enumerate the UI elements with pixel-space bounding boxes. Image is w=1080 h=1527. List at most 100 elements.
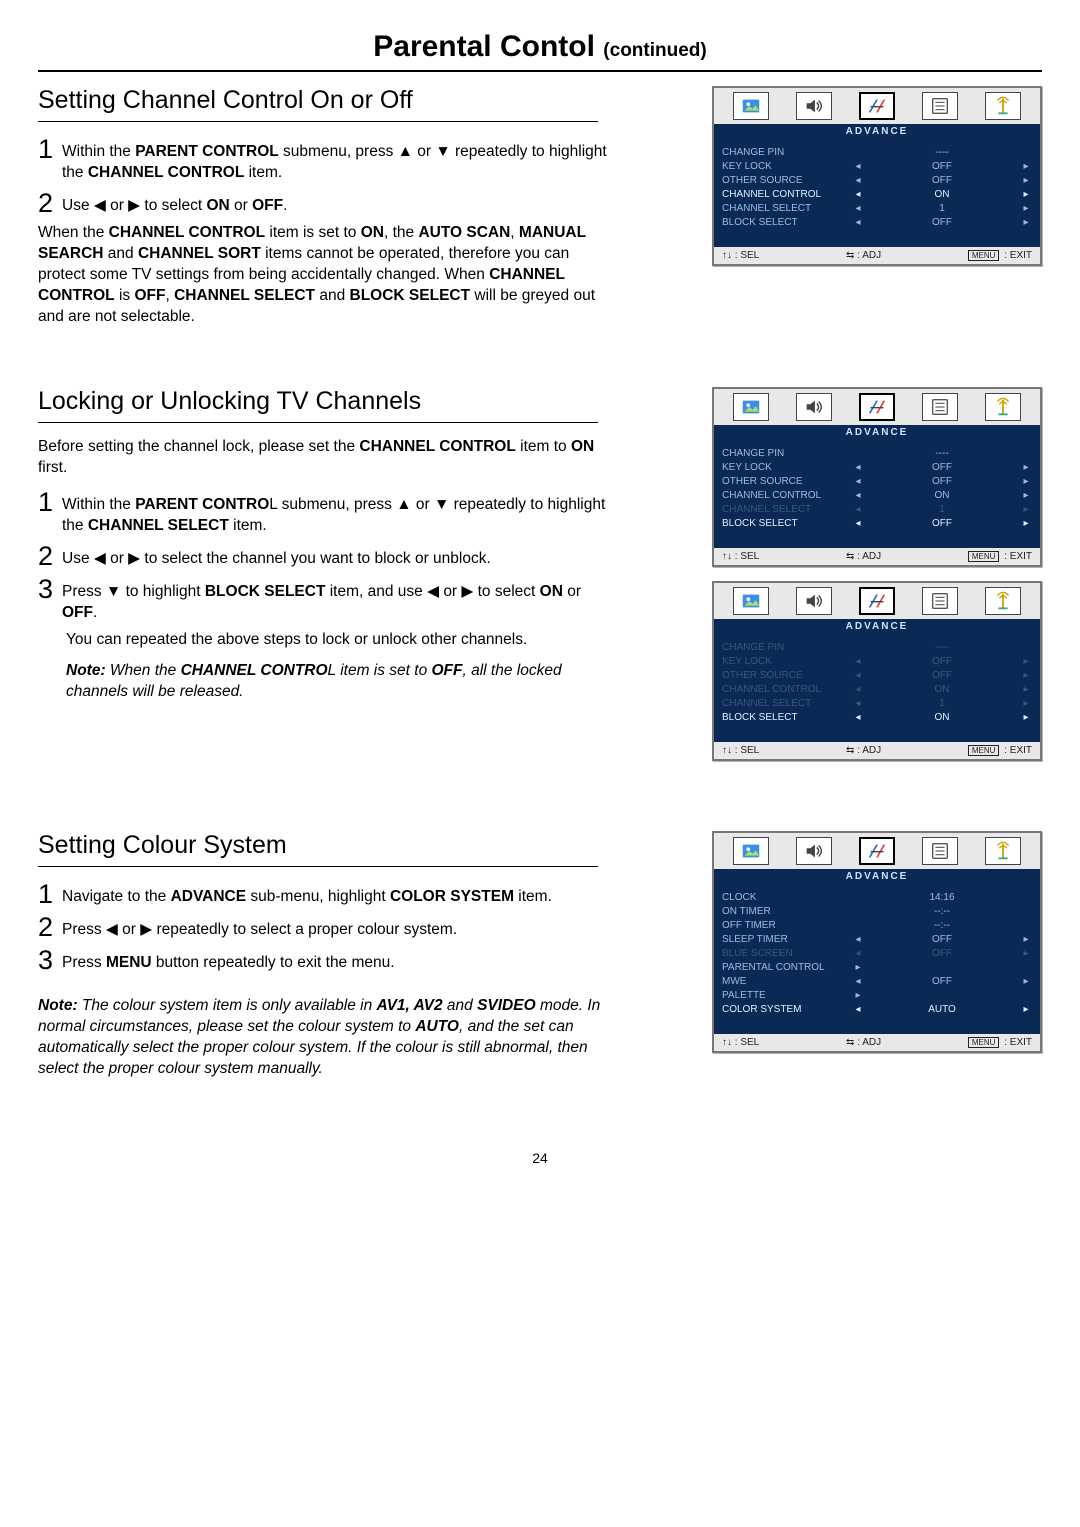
osd-row-value: 1	[864, 698, 1020, 709]
osd-row[interactable]: BLOCK SELECT◂OFF▸	[722, 516, 1032, 530]
section-rule	[38, 422, 598, 423]
step-number: 1	[38, 489, 54, 516]
osd-tab-sound-icon[interactable]	[796, 92, 832, 120]
osd-tab-antenna-icon[interactable]	[985, 587, 1021, 615]
osd-tab-antenna-icon[interactable]	[985, 837, 1021, 865]
osd-tab-settings-icon[interactable]	[859, 393, 895, 421]
osd-row[interactable]: KEY LOCK◂OFF▸	[722, 460, 1032, 474]
text: Within the	[62, 496, 135, 513]
osd-tab-list-icon[interactable]	[922, 92, 958, 120]
osd-tab-settings-icon[interactable]	[859, 92, 895, 120]
step-body: Press ◀ or ▶ repeatedly to select a prop…	[62, 914, 457, 941]
osd-tab-picture-icon[interactable]	[733, 837, 769, 865]
osd-tab-sound-icon[interactable]	[796, 393, 832, 421]
osd-tab-list-icon[interactable]	[922, 587, 958, 615]
osd-row[interactable]: CLOCK14:16	[722, 890, 1032, 904]
osd-row-label: CHANGE PIN	[722, 642, 852, 653]
osd-tab-sound-icon[interactable]	[796, 587, 832, 615]
arrow-left-icon: ◂	[852, 712, 864, 723]
text-bold: CHANNEL CONTROL	[88, 164, 244, 181]
step-2: 2 Use ◀ or ▶ to select ON or OFF.	[38, 190, 618, 217]
text-bold: COLOR SYSTEM	[390, 888, 514, 905]
text-bold: OFF	[134, 287, 165, 304]
osd-tabs	[714, 583, 1040, 619]
osd-row[interactable]: CHANNEL CONTROL◂ON▸	[722, 488, 1032, 502]
text-bold: AUTO	[415, 1018, 459, 1035]
step-number: 2	[38, 914, 54, 941]
osd-tab-picture-icon[interactable]	[733, 587, 769, 615]
osd-row[interactable]: MWE◂OFF▸	[722, 974, 1032, 988]
paragraph: Before setting the channel lock, please …	[38, 437, 618, 479]
arrow-left-icon: ◂	[852, 462, 864, 473]
osd-row-value: ON	[864, 684, 1020, 695]
osd-tab-picture-icon[interactable]	[733, 393, 769, 421]
osd-row[interactable]: KEY LOCK◂OFF▸	[722, 654, 1032, 668]
osd-row[interactable]: COLOR SYSTEM◂AUTO▸	[722, 1002, 1032, 1016]
osd-row[interactable]: BLOCK SELECT◂ON▸	[722, 710, 1032, 724]
arrow-left-icon: ◂	[852, 189, 864, 200]
section-left: Locking or Unlocking TV Channels Before …	[38, 387, 618, 712]
osd-row-value: AUTO	[864, 1004, 1020, 1015]
step-3: 3 Press ▼ to highlight BLOCK SELECT item…	[38, 576, 618, 624]
osd-footer-adj: ⇆ : ADJ	[846, 250, 881, 261]
text-bold: ADVANCE	[171, 888, 247, 905]
arrow-right-icon: ▸	[1020, 189, 1032, 200]
arrow-left-icon: ◂	[852, 934, 864, 945]
arrow-right-icon: ▸	[1020, 670, 1032, 681]
osd-row[interactable]: CHANNEL SELECT◂1▸	[722, 502, 1032, 516]
page-number: 24	[38, 1150, 1042, 1166]
osd-row-value: OFF	[864, 948, 1020, 959]
osd-row-value: ON	[864, 490, 1020, 501]
osd-tab-list-icon[interactable]	[922, 837, 958, 865]
osd-row[interactable]: BLOCK SELECT◂OFF▸	[722, 215, 1032, 229]
note-label: Note:	[38, 997, 78, 1014]
text-bold: AV1, AV2	[377, 997, 443, 1014]
osd-row[interactable]: CHANGE PIN----	[722, 446, 1032, 460]
page-title-rule	[38, 70, 1042, 72]
osd-row[interactable]: PARENTAL CONTROL▸	[722, 960, 1032, 974]
arrow-right-icon: ▸	[1020, 656, 1032, 667]
text: .	[93, 604, 97, 621]
osd-row-value: --:--	[864, 906, 1020, 917]
osd-row[interactable]: OFF TIMER--:--	[722, 918, 1032, 932]
text: L item is set to	[328, 662, 432, 679]
osd-row[interactable]: BLUE SCREEN◂OFF▸	[722, 946, 1032, 960]
osd-row[interactable]: CHANNEL CONTROL◂ON▸	[722, 682, 1032, 696]
osd-row[interactable]: SLEEP TIMER◂OFF▸	[722, 932, 1032, 946]
arrow-right-icon: ▸	[1020, 476, 1032, 487]
osd-row[interactable]: ON TIMER--:--	[722, 904, 1032, 918]
arrow-left-icon: ◂	[852, 476, 864, 487]
osd-row[interactable]: KEY LOCK◂OFF▸	[722, 159, 1032, 173]
osd-row[interactable]: OTHER SOURCE◂OFF▸	[722, 668, 1032, 682]
osd-row[interactable]: OTHER SOURCE◂OFF▸	[722, 173, 1032, 187]
osd-tab-settings-icon[interactable]	[859, 837, 895, 865]
osd-row[interactable]: CHANNEL CONTROL◂ON▸	[722, 187, 1032, 201]
arrow-left-icon: ◂	[852, 518, 864, 529]
osd-row-value: 14:16	[864, 892, 1020, 903]
osd-tabs	[714, 389, 1040, 425]
osd-row[interactable]: PALETTE▸	[722, 988, 1032, 1002]
text-bold: AUTO SCAN	[418, 224, 510, 241]
osd-tab-antenna-icon[interactable]	[985, 92, 1021, 120]
osd-row-label: OTHER SOURCE	[722, 476, 852, 487]
osd-row-label: CHANNEL CONTROL	[722, 684, 852, 695]
osd-row[interactable]: CHANGE PIN----	[722, 640, 1032, 654]
osd-tab-settings-icon[interactable]	[859, 587, 895, 615]
osd-tab-antenna-icon[interactable]	[985, 393, 1021, 421]
osd-row[interactable]: CHANNEL SELECT◂1▸	[722, 201, 1032, 215]
arrow-right-icon: ▸	[1020, 504, 1032, 515]
osd-row[interactable]: OTHER SOURCE◂OFF▸	[722, 474, 1032, 488]
osd-row-label: CHANNEL SELECT	[722, 698, 852, 709]
step-body: Use ◀ or ▶ to select the channel you wan…	[62, 543, 491, 570]
osd-tab-sound-icon[interactable]	[796, 837, 832, 865]
osd-footer: ↑↓ : SEL⇆ : ADJMENU : EXIT	[714, 548, 1040, 565]
osd-row[interactable]: CHANNEL SELECT◂1▸	[722, 696, 1032, 710]
text: ,	[165, 287, 174, 304]
osd-tab-picture-icon[interactable]	[733, 92, 769, 120]
osd-row-label: KEY LOCK	[722, 462, 852, 473]
text: Use ◀ or ▶ to select	[62, 197, 206, 214]
arrow-left-icon: ◂	[852, 948, 864, 959]
osd-row[interactable]: CHANGE PIN----	[722, 145, 1032, 159]
section-title: Setting Channel Control On or Off	[38, 86, 618, 115]
osd-tab-list-icon[interactable]	[922, 393, 958, 421]
